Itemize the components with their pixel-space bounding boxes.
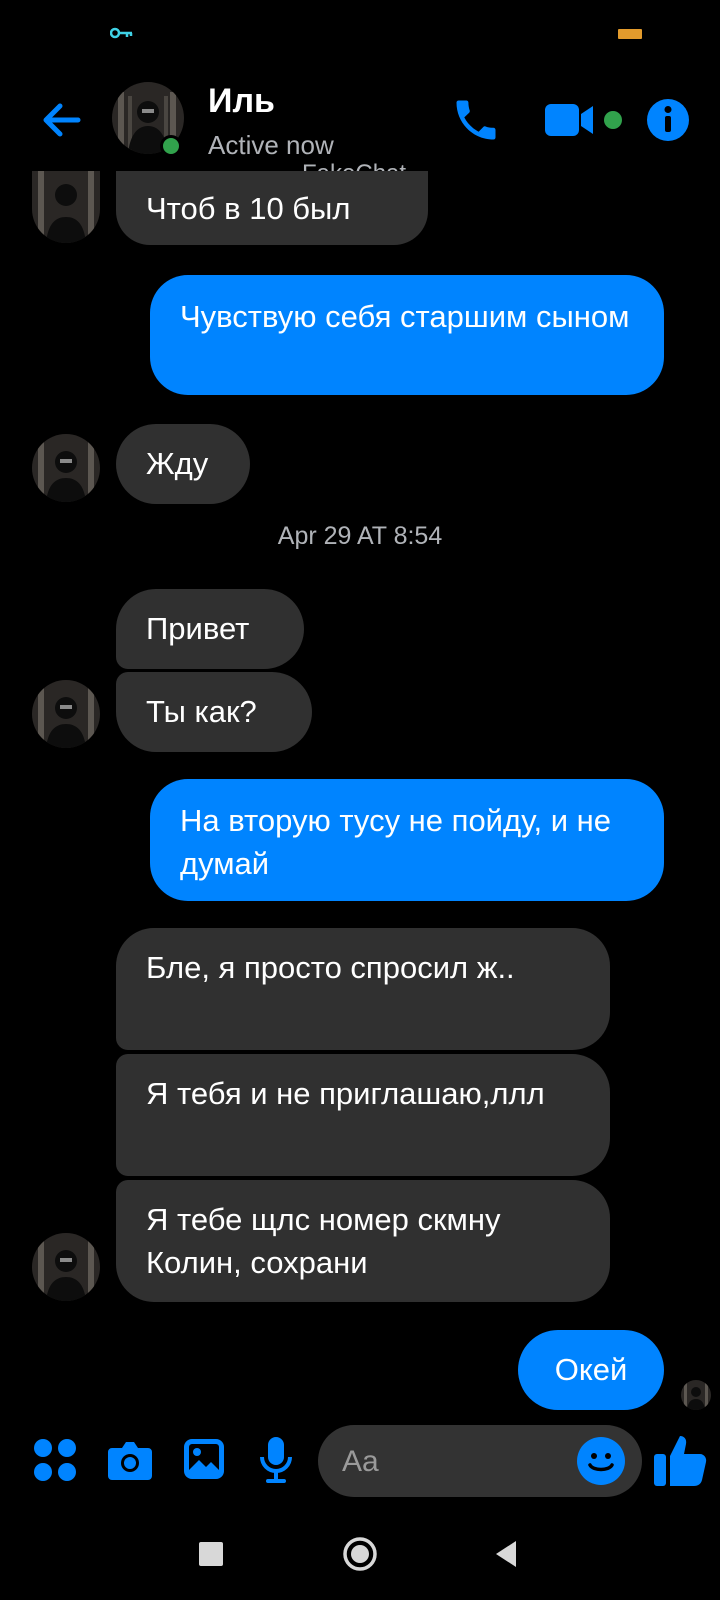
video-icon[interactable] bbox=[545, 100, 597, 140]
message-input-placeholder: Aa bbox=[342, 1445, 379, 1478]
timestamp: Apr 29 AT 8:54 bbox=[277, 522, 443, 550]
thumbs-up-icon[interactable] bbox=[652, 1430, 710, 1488]
recents-button[interactable] bbox=[199, 1542, 223, 1566]
gallery-icon[interactable] bbox=[182, 1437, 226, 1481]
message-outgoing[interactable]: На вторую тусу не пойду, и не думай bbox=[150, 779, 664, 901]
contact-name[interactable]: Иль bbox=[208, 82, 275, 121]
message-incoming[interactable]: Привет bbox=[116, 589, 304, 669]
message-outgoing[interactable]: Окей bbox=[518, 1330, 664, 1410]
info-icon[interactable] bbox=[645, 97, 691, 143]
video-active-indicator bbox=[604, 111, 622, 129]
key-icon bbox=[109, 26, 134, 45]
apps-icon[interactable] bbox=[32, 1437, 78, 1483]
avatar bbox=[32, 171, 100, 243]
avatar bbox=[32, 680, 100, 748]
message-outgoing[interactable]: Чувствую себя старшим сыном bbox=[150, 275, 664, 395]
online-indicator bbox=[160, 135, 182, 157]
camera-icon[interactable] bbox=[106, 1438, 154, 1482]
back-arrow-icon[interactable] bbox=[38, 96, 86, 144]
message-incoming[interactable]: Ты как? bbox=[116, 672, 312, 752]
nav-back-button[interactable] bbox=[492, 1539, 520, 1569]
home-button[interactable] bbox=[342, 1536, 378, 1572]
avatar bbox=[32, 1233, 100, 1301]
battery-icon bbox=[618, 29, 642, 39]
emoji-icon[interactable] bbox=[577, 1437, 625, 1485]
message-incoming[interactable]: Я тебя и не приглашаю,ллл bbox=[116, 1054, 610, 1176]
message-incoming[interactable]: Я тебе щлс номер скмну Колин, сохрани bbox=[116, 1180, 610, 1302]
message-incoming[interactable]: Чтоб в 10 был bbox=[116, 171, 428, 245]
message-incoming[interactable]: Бле, я просто спросил ж.. bbox=[116, 928, 610, 1050]
phone-icon[interactable] bbox=[450, 94, 502, 146]
microphone-icon[interactable] bbox=[258, 1435, 294, 1485]
message-incoming[interactable]: Жду bbox=[116, 424, 250, 504]
contact-status: Active now bbox=[208, 130, 334, 160]
avatar bbox=[32, 434, 100, 502]
read-receipt-avatar bbox=[681, 1380, 711, 1410]
